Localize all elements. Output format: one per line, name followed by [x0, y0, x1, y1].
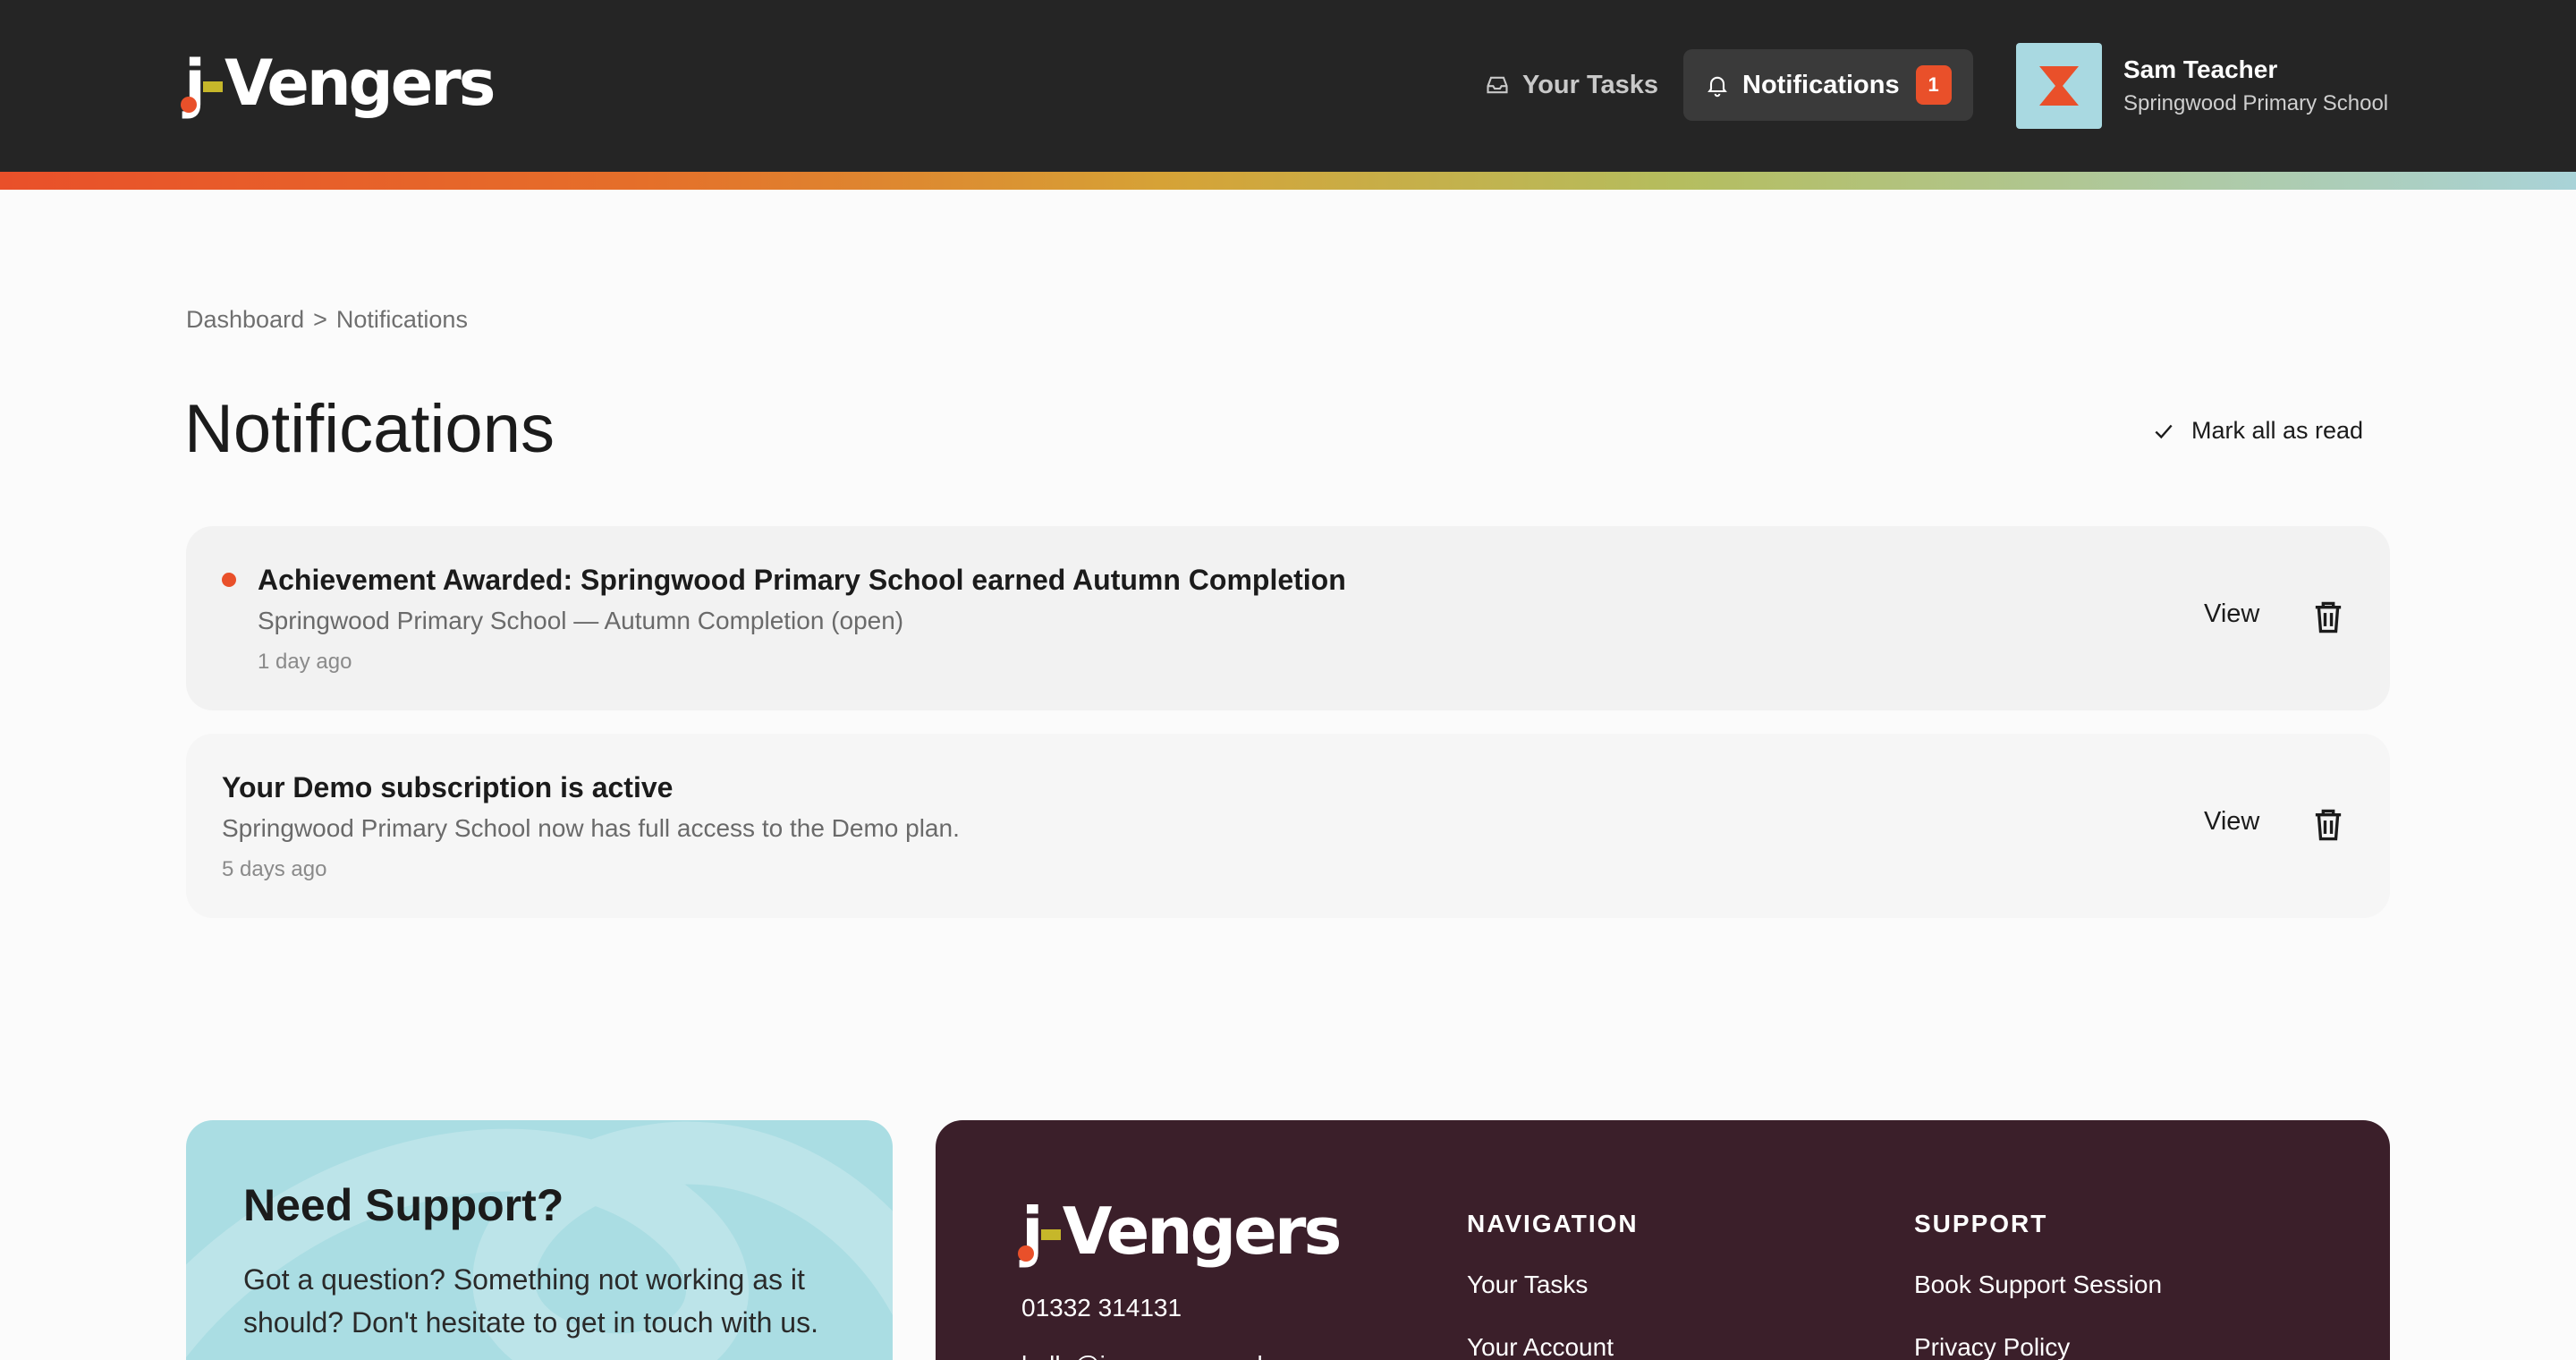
user-name[interactable]: Sam Teacher	[2123, 55, 2277, 84]
support-card: Need Support? Got a question? Something …	[186, 1120, 893, 1360]
breadcrumb-current: Notifications	[335, 306, 468, 333]
header-gradient-stripe	[0, 172, 2576, 190]
footer-link-your-tasks[interactable]: Your Tasks	[1467, 1271, 1588, 1299]
footer-navigation-heading: NAVIGATION	[1467, 1210, 1639, 1237]
notifications-count-badge: 1	[1915, 65, 1952, 105]
footer-link-privacy-policy[interactable]: Privacy Policy	[1914, 1333, 2070, 1360]
footer-link-your-account[interactable]: Your Account	[1467, 1333, 1614, 1360]
notification-time: 5 days ago	[222, 857, 327, 881]
footer-phone[interactable]: 01332 314131	[1021, 1294, 1182, 1322]
breadcrumb: Dashboard > Notifications	[186, 306, 468, 334]
view-notification-button[interactable]: View	[2204, 807, 2259, 837]
breadcrumb-separator: >	[313, 306, 327, 333]
unread-indicator	[222, 573, 236, 587]
nav-your-tasks-label: Your Tasks	[1522, 70, 1659, 99]
checkmark-icon	[2155, 424, 2173, 438]
mark-all-read-label: Mark all as read	[2191, 417, 2364, 444]
avatar[interactable]	[2016, 43, 2102, 129]
notification-title: Your Demo subscription is active	[222, 771, 674, 803]
notification-description: Springwood Primary School now has full a…	[222, 814, 960, 842]
mark-all-read-button[interactable]: Mark all as read	[2152, 417, 2363, 445]
footer-email[interactable]: hello@j-vengers.co.uk	[1021, 1351, 1269, 1360]
bell-icon	[1707, 76, 1727, 98]
notification-card[interactable]: Your Demo subscription is active Springw…	[186, 734, 2390, 918]
logo-dot	[181, 97, 197, 113]
jvengers-logo[interactable]: j Vengers	[181, 47, 496, 120]
breadcrumb-dashboard[interactable]: Dashboard	[186, 306, 304, 334]
logo-dot	[1018, 1245, 1034, 1262]
support-title: Need Support?	[243, 1180, 564, 1230]
footer-logo[interactable]: j Vengers	[1018, 1194, 1343, 1269]
tray-icon	[1487, 76, 1508, 94]
logo-hyphen	[1040, 1229, 1061, 1240]
nav-notifications-label: Notifications	[1742, 70, 1900, 99]
footer-support-heading: SUPPORT	[1914, 1210, 2048, 1237]
page-title: Notifications	[184, 391, 555, 467]
logo-j: j	[181, 47, 206, 120]
hourglass-icon	[2039, 66, 2079, 106]
user-school: Springwood Primary School	[2123, 91, 2389, 115]
footer-link-book-support[interactable]: Book Support Session	[1914, 1271, 2162, 1299]
trash-icon[interactable]	[2313, 807, 2343, 843]
footer: j Vengers 01332 314131 hello@j-vengers.c…	[936, 1120, 2390, 1360]
notification-title: Achievement Awarded: Springwood Primary …	[258, 564, 1346, 596]
nav-your-tasks[interactable]: Your Tasks	[1485, 63, 1658, 107]
nav-notifications[interactable]: Notifications 1	[1683, 49, 1973, 121]
logo-hyphen	[203, 81, 223, 92]
notification-time: 1 day ago	[258, 650, 352, 674]
logo-j: j	[1018, 1194, 1044, 1269]
notification-card-unread[interactable]: Achievement Awarded: Springwood Primary …	[186, 526, 2390, 710]
notification-description: Springwood Primary School — Autumn Compl…	[258, 607, 904, 634]
logo-text: Vengers	[1062, 1194, 1343, 1269]
trash-icon[interactable]	[2313, 599, 2343, 635]
top-header: j Vengers Your Tasks Notifications 1 Sam…	[0, 0, 2576, 172]
logo-text: Vengers	[225, 47, 496, 120]
support-text: Got a question? Something not working as…	[243, 1263, 818, 1339]
view-notification-button[interactable]: View	[2204, 599, 2259, 629]
